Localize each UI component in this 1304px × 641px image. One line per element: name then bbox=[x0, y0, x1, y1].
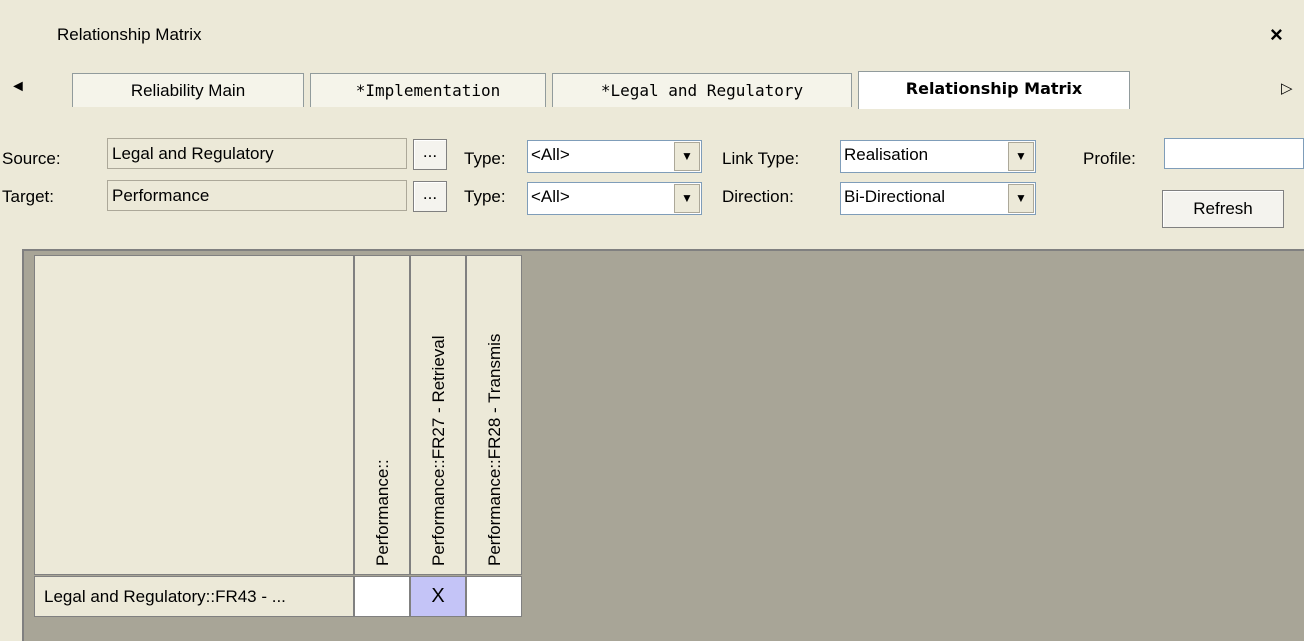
direction-select[interactable]: Bi-Directional ▼ bbox=[840, 182, 1036, 215]
target-type-select[interactable]: <All> ▼ bbox=[527, 182, 702, 215]
tab-relationship-matrix[interactable]: Relationship Matrix bbox=[858, 71, 1130, 109]
direction-value: Bi-Directional bbox=[844, 187, 946, 206]
matrix-cell-linked[interactable]: X bbox=[410, 576, 466, 617]
source-type-value: <All> bbox=[531, 145, 570, 164]
column-header-label: Performance::FR27 - Retrieval bbox=[429, 335, 448, 566]
tab-implementation[interactable]: *Implementation bbox=[310, 73, 546, 107]
column-header[interactable]: Performance::FR27 - Retrieval bbox=[410, 255, 466, 575]
matrix-cell[interactable] bbox=[466, 576, 522, 617]
target-type-label: Type: bbox=[464, 187, 506, 206]
target-type-dropdown-icon[interactable]: ▼ bbox=[674, 184, 700, 213]
matrix-toolbar: Source: Legal and Regulatory ... Type: <… bbox=[0, 110, 1304, 238]
link-type-label: Link Type: bbox=[722, 149, 800, 168]
title-bar: Relationship Matrix × bbox=[0, 0, 1304, 63]
link-type-dropdown-icon[interactable]: ▼ bbox=[1008, 142, 1034, 171]
tab-legal-and-regulatory[interactable]: *Legal and Regulatory bbox=[552, 73, 852, 107]
source-type-dropdown-icon[interactable]: ▼ bbox=[674, 142, 700, 171]
target-browse-button[interactable]: ... bbox=[413, 181, 447, 212]
direction-label: Direction: bbox=[722, 187, 794, 206]
column-header[interactable]: Performance::FR28 - Transmis bbox=[466, 255, 522, 575]
close-icon[interactable]: × bbox=[1270, 22, 1283, 48]
source-label: Source: bbox=[2, 149, 61, 168]
tab-strip: ◄ Reliability Main *Implementation *Lega… bbox=[0, 62, 1304, 111]
matrix-corner-header bbox=[34, 255, 354, 575]
link-type-value: Realisation bbox=[844, 145, 929, 164]
column-header-label: Performance::FR28 - Transmis bbox=[485, 333, 504, 566]
link-type-select[interactable]: Realisation ▼ bbox=[840, 140, 1036, 173]
tab-scroll-left-icon[interactable]: ◄ bbox=[10, 78, 26, 96]
row-header[interactable]: Legal and Regulatory::FR43 - ... bbox=[34, 576, 354, 617]
direction-dropdown-icon[interactable]: ▼ bbox=[1008, 184, 1034, 213]
matrix-cell[interactable] bbox=[354, 576, 410, 617]
source-browse-button[interactable]: ... bbox=[413, 139, 447, 170]
refresh-button[interactable]: Refresh bbox=[1162, 190, 1284, 228]
source-type-select[interactable]: <All> ▼ bbox=[527, 140, 702, 173]
column-header-label: Performance:: bbox=[373, 459, 392, 566]
window-title: Relationship Matrix bbox=[57, 25, 202, 44]
profile-label: Profile: bbox=[1083, 149, 1136, 168]
target-label: Target: bbox=[2, 187, 54, 206]
tab-scroll-right-icon[interactable]: ▷ bbox=[1281, 79, 1293, 97]
target-type-value: <All> bbox=[531, 187, 570, 206]
profile-field[interactable] bbox=[1164, 138, 1304, 169]
column-header[interactable]: Performance:: bbox=[354, 255, 410, 575]
source-field: Legal and Regulatory bbox=[107, 138, 407, 169]
target-field: Performance bbox=[107, 180, 407, 211]
tab-reliability-main[interactable]: Reliability Main bbox=[72, 73, 304, 107]
source-type-label: Type: bbox=[464, 149, 506, 168]
